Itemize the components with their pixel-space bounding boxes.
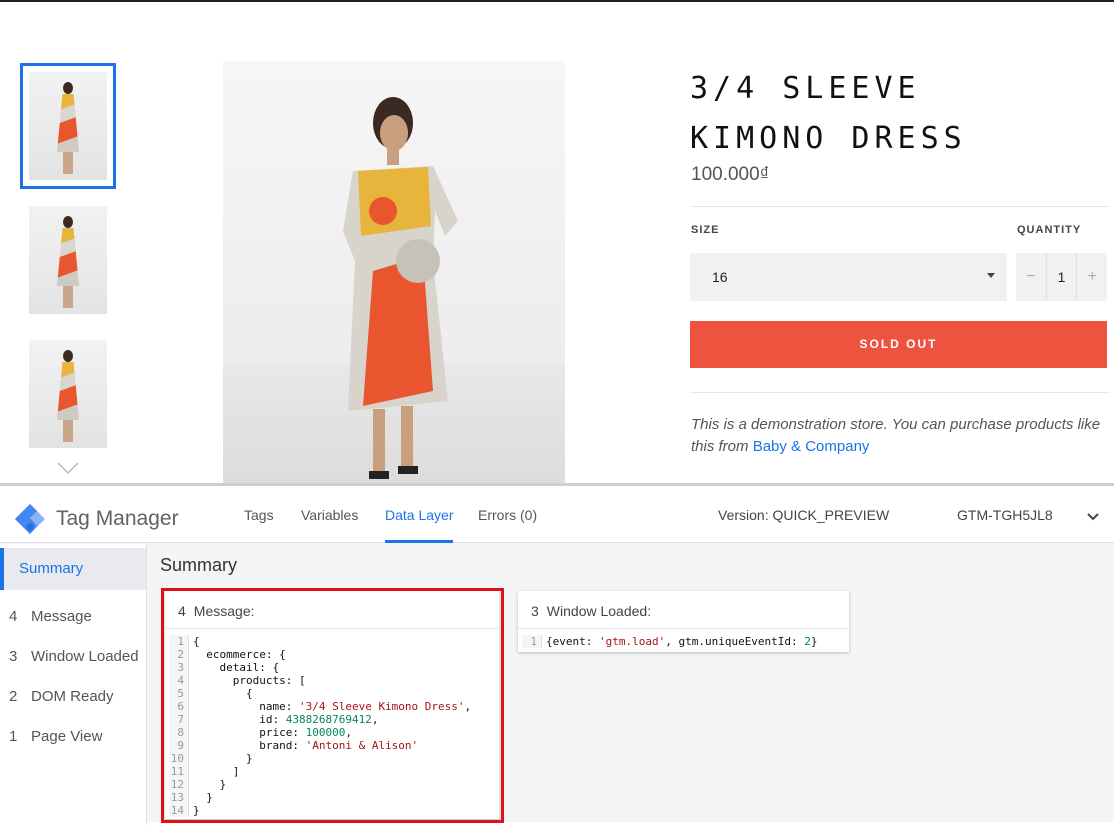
quantity-label: QUANTITY	[1017, 224, 1082, 236]
event-label: Message	[31, 608, 92, 625]
card-header: 3 Window Loaded:	[518, 591, 849, 629]
tag-manager-panel: Tag Manager Tags Variables Data Layer Er…	[0, 483, 1114, 825]
code-line: 1 {event: 'gtm.load', gtm.uniqueEventId: …	[522, 635, 818, 648]
product-thumbnail-1[interactable]	[20, 63, 116, 189]
tab-variables[interactable]: Variables	[301, 507, 358, 543]
size-value: 16	[712, 269, 728, 285]
tag-manager-header: Tag Manager Tags Variables Data Layer Er…	[0, 486, 1114, 543]
container-id: GTM-TGH5JL8	[957, 507, 1053, 523]
window-loaded-code-block: 1 {event: 'gtm.load', gtm.uniqueEventId: …	[522, 635, 818, 648]
thumbnail-image	[29, 206, 107, 314]
event-sidebar: Summary 4 Message 3 Window Loaded 2 DOM Rea…	[0, 544, 147, 825]
quantity-plus-button[interactable]: +	[1077, 268, 1107, 286]
sidebar-item-summary[interactable]: Summary	[0, 548, 146, 590]
event-label: Page View	[31, 728, 103, 745]
sidebar-item-page-view[interactable]: 1 Page View	[9, 728, 102, 745]
sidebar-item-window-loaded[interactable]: 3 Window Loaded	[9, 648, 139, 665]
tab-data-layer[interactable]: Data Layer	[385, 507, 454, 543]
sidebar-item-dom-ready[interactable]: 2 DOM Ready	[9, 688, 114, 705]
product-title: 3/4 Sleeve Kimono Dress	[690, 71, 967, 156]
size-select[interactable]: 16	[690, 253, 1007, 301]
size-label: SIZE	[691, 224, 720, 236]
event-number: 4	[9, 608, 18, 625]
quantity-value[interactable]: 1	[1047, 269, 1077, 285]
thumbnail-image	[29, 72, 107, 180]
tab-tags[interactable]: Tags	[244, 507, 274, 543]
event-number: 3	[9, 648, 18, 665]
product-main-image	[223, 61, 565, 483]
version-label: Version: QUICK_PREVIEW	[718, 507, 890, 523]
tag-manager-title: Tag Manager	[56, 507, 179, 530]
summary-heading: Summary	[160, 555, 238, 575]
sidebar-item-message[interactable]: 4 Message	[9, 608, 92, 625]
product-thumbnail-3[interactable]	[20, 331, 116, 457]
quantity-minus-button[interactable]: −	[1016, 268, 1046, 286]
product-page: 3/4 Sleeve Kimono Dress 100.000₫ SIZE QU…	[0, 2, 1114, 483]
thumbnail-image	[29, 340, 107, 448]
product-price: 100.000₫	[691, 164, 770, 185]
highlight-box	[161, 588, 504, 823]
sold-out-button[interactable]: SOLD OUT	[690, 321, 1107, 368]
tag-manager-logo-icon	[15, 504, 45, 534]
store-link[interactable]: Baby & Company	[753, 438, 870, 455]
product-thumbnail-2[interactable]	[20, 197, 116, 323]
window-loaded-card: 3 Window Loaded: 1 {event: 'gtm.load', gtm…	[518, 591, 849, 652]
chevron-down-icon[interactable]	[1087, 512, 1099, 522]
event-number: 2	[9, 688, 18, 705]
divider	[690, 206, 1110, 207]
product-description: This is a demonstration store. You can p…	[691, 414, 1109, 458]
divider	[690, 392, 1110, 393]
event-number: 1	[9, 728, 18, 745]
event-label: DOM Ready	[31, 688, 114, 705]
quantity-stepper[interactable]: − 1 +	[1016, 253, 1107, 301]
chevron-down-icon[interactable]	[57, 462, 79, 474]
caret-down-icon	[987, 273, 995, 278]
event-label: Window Loaded	[31, 648, 139, 665]
tab-errors[interactable]: Errors (0)	[478, 507, 537, 543]
